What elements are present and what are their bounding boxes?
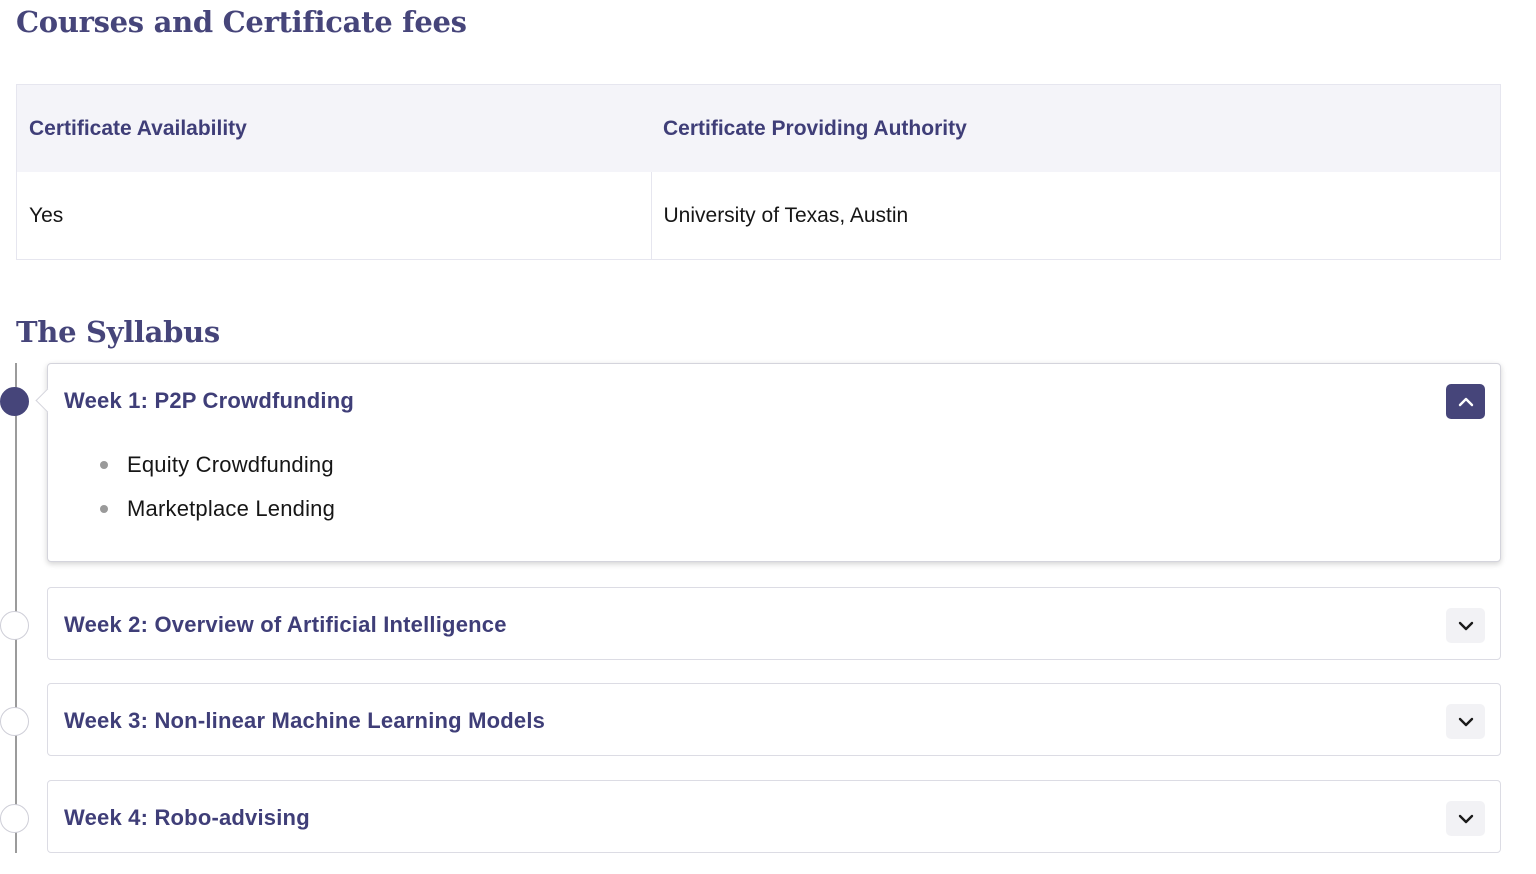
cell-certificate-authority: University of Texas, Austin — [663, 203, 909, 227]
week-3-title[interactable]: Week 3: Non-linear Machine Learning Mode… — [64, 708, 545, 734]
chevron-down-icon — [1458, 717, 1473, 726]
header-certificate-authority: Certificate Providing Authority — [651, 84, 1501, 172]
week-4-card[interactable]: Week 4: Robo-advising — [47, 780, 1501, 853]
card-pointer — [35, 388, 60, 413]
table-header-row: Certificate Availability Certificate Pro… — [16, 84, 1501, 172]
week-4-expand-button[interactable] — [1446, 801, 1485, 836]
cell-certificate-availability: Yes — [16, 172, 652, 260]
week-1-collapse-button[interactable] — [1446, 384, 1485, 419]
syllabus-heading: The Syllabus — [16, 315, 220, 349]
week-2-expand-button[interactable] — [1446, 608, 1485, 643]
week-1-topics: Equity Crowdfunding Marketplace Lending — [100, 443, 335, 531]
fees-heading: Courses and Certificate fees — [16, 5, 467, 39]
week-1-card: Week 1: P2P Crowdfunding Equity Crowdfun… — [35, 363, 1501, 562]
week-3-card[interactable]: Week 3: Non-linear Machine Learning Mode… — [47, 683, 1501, 756]
chevron-down-icon — [1458, 814, 1473, 823]
timeline-line — [15, 363, 17, 853]
week-2-title[interactable]: Week 2: Overview of Artificial Intellige… — [64, 612, 507, 638]
week-4-title[interactable]: Week 4: Robo-advising — [64, 805, 310, 831]
timeline-dot-week-4 — [0, 804, 29, 833]
week-3-expand-button[interactable] — [1446, 704, 1485, 739]
list-item: Marketplace Lending — [100, 487, 335, 531]
chevron-up-icon — [1458, 397, 1473, 406]
week-2-card[interactable]: Week 2: Overview of Artificial Intellige… — [47, 587, 1501, 660]
list-item: Equity Crowdfunding — [100, 443, 335, 487]
table-row: Yes University of Texas, Austin — [16, 172, 1501, 260]
timeline-dot-week-3 — [0, 707, 29, 736]
header-certificate-availability: Certificate Availability — [16, 84, 651, 172]
certificate-table: Certificate Availability Certificate Pro… — [16, 84, 1501, 260]
timeline-dot-week-2 — [0, 611, 29, 640]
week-1-title[interactable]: Week 1: P2P Crowdfunding — [64, 388, 354, 414]
chevron-down-icon — [1458, 621, 1473, 630]
timeline-dot-week-1 — [0, 387, 29, 416]
